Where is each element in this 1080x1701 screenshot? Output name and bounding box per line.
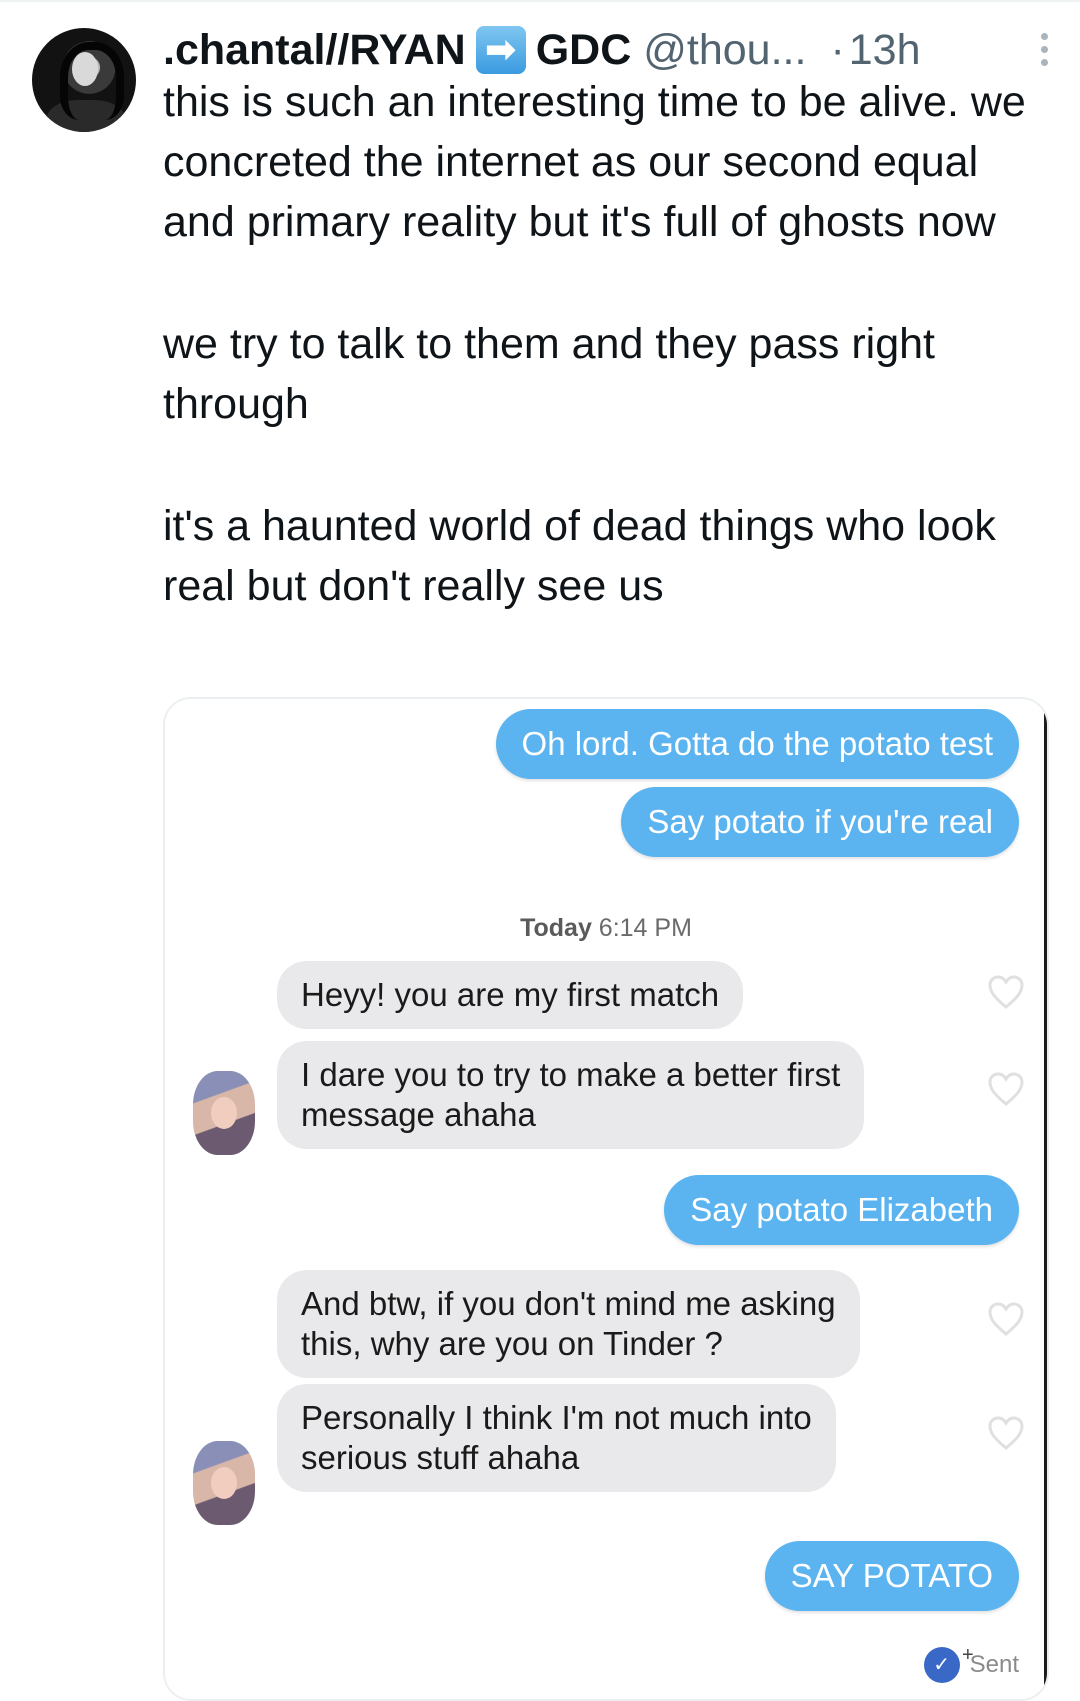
sent-message: SAY POTATO xyxy=(764,1541,1019,1611)
match-avatar[interactable] xyxy=(193,1441,255,1525)
message-line: And btw, if you don't mind me asking xyxy=(301,1285,836,1322)
tweet-body: this is such an interesting time to be a… xyxy=(163,72,1043,616)
attached-image[interactable]: Oh lord. Gotta do the potato test Say po… xyxy=(163,697,1049,1701)
delivery-status: ✓ + Sent xyxy=(923,1644,1019,1683)
heart-icon[interactable] xyxy=(987,1415,1025,1451)
separator-dot: · xyxy=(830,26,845,74)
sent-message: Say potato Elizabeth xyxy=(664,1175,1019,1245)
tweet-timestamp[interactable]: 13h xyxy=(849,22,921,78)
arrow-right-emoji-icon: ➡ xyxy=(475,26,526,74)
scrollbar xyxy=(1044,711,1047,1699)
timestamp-time: 6:14 PM xyxy=(598,914,692,942)
message-line: I dare you to try to make a better first xyxy=(301,1056,841,1093)
received-message: Personally I think I'm not much into ser… xyxy=(277,1384,836,1492)
message-line: this, why are you on Tinder ? xyxy=(301,1325,723,1362)
message-line: message ahaha xyxy=(301,1096,536,1133)
tweet-paragraph: this is such an interesting time to be a… xyxy=(163,78,1026,246)
author-avatar[interactable] xyxy=(32,28,136,132)
sent-label: Sent xyxy=(969,1651,1019,1678)
heart-icon[interactable] xyxy=(987,1301,1025,1337)
heart-icon[interactable] xyxy=(987,974,1025,1010)
sent-message: Oh lord. Gotta do the potato test xyxy=(495,709,1019,779)
message-line: Personally I think I'm not much into xyxy=(301,1399,812,1436)
more-options-icon[interactable] xyxy=(1038,30,1050,70)
sent-message: Say potato if you're real xyxy=(621,787,1019,857)
display-name-suffix[interactable]: GDC xyxy=(536,22,632,78)
received-message: I dare you to try to make a better first… xyxy=(277,1041,865,1149)
tweet-header: .chantal//RYAN ➡ GDC @thou... · 13h xyxy=(163,22,1050,78)
match-avatar[interactable] xyxy=(193,1071,255,1155)
message-line: serious stuff ahaha xyxy=(301,1439,580,1476)
user-handle[interactable]: @thou... xyxy=(643,22,806,78)
check-icon: ✓ + xyxy=(923,1644,974,1683)
top-divider xyxy=(0,0,1080,2)
display-name[interactable]: .chantal//RYAN xyxy=(163,22,466,78)
timestamp-day: Today xyxy=(520,914,592,942)
received-message: Heyy! you are my first match xyxy=(277,961,744,1029)
heart-icon[interactable] xyxy=(987,1071,1025,1107)
received-message: And btw, if you don't mind me asking thi… xyxy=(277,1270,860,1378)
tweet-paragraph: it's a haunted world of dead things who … xyxy=(163,502,996,610)
tweet-paragraph: we try to talk to them and they pass rig… xyxy=(163,320,935,428)
chat-timestamp: Today 6:14 PM xyxy=(165,914,1047,943)
